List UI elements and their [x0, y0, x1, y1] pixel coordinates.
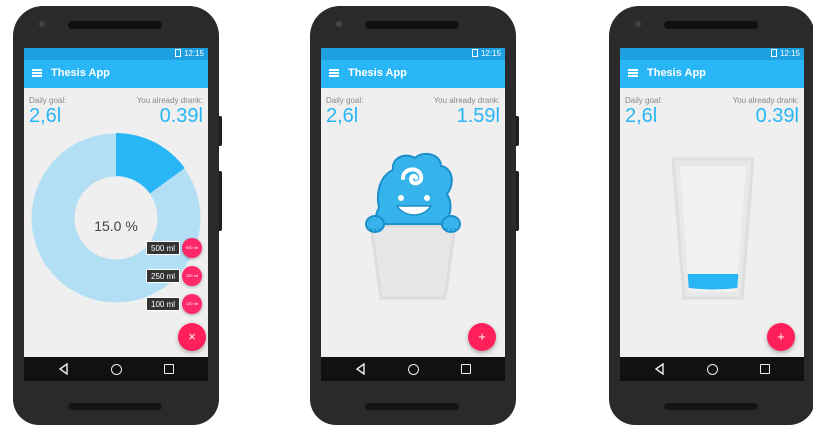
- add-drink-fab-button[interactable]: +: [468, 323, 496, 351]
- screen: 12:15 Thesis App Daily goal: 2,6l You al…: [24, 48, 208, 381]
- daily-goal-value: 2,6l: [625, 105, 658, 127]
- speaker-bottom: [365, 403, 459, 410]
- app-bar: Thesis App: [24, 60, 208, 88]
- power-button: [516, 171, 519, 231]
- app-bar: Thesis App: [620, 60, 804, 88]
- back-icon[interactable]: [58, 363, 70, 375]
- mascot-in-cup-illustration: [365, 152, 461, 300]
- speaker-top: [68, 21, 162, 29]
- status-time: 12:15: [183, 49, 204, 58]
- recent-apps-icon[interactable]: [461, 364, 471, 374]
- menu-icon[interactable]: [32, 69, 42, 77]
- status-bar: 12:15: [321, 48, 505, 60]
- screen: 12:15 Thesis App Daily goal: 2,6l You al…: [620, 48, 804, 381]
- home-icon[interactable]: [707, 364, 718, 375]
- status-time: 12:15: [480, 49, 501, 58]
- quick-add-label-250: 250 ml: [146, 269, 181, 283]
- nav-bar: [24, 357, 208, 381]
- already-drank-label: You already drank:: [433, 96, 500, 105]
- speaker-top: [664, 21, 758, 29]
- daily-goal-label: Daily goal:: [29, 96, 67, 105]
- quick-add-label-500: 500 ml: [146, 241, 181, 255]
- already-drank-value: 1.59l: [456, 105, 500, 127]
- daily-goal-value: 2,6l: [29, 105, 62, 127]
- water-level: [687, 274, 739, 290]
- screen: 12:15 Thesis App Daily goal: 2,6l You al…: [321, 48, 505, 381]
- camera: [39, 21, 45, 27]
- volume-button: [219, 116, 222, 146]
- menu-icon[interactable]: [329, 69, 339, 77]
- add-500ml-button[interactable]: 500 ml: [182, 238, 202, 258]
- home-icon[interactable]: [111, 364, 122, 375]
- speaker-bottom: [664, 403, 758, 410]
- already-drank-label: You already drank:: [732, 96, 799, 105]
- recent-apps-icon[interactable]: [760, 364, 770, 374]
- speaker-top: [365, 21, 459, 29]
- back-icon[interactable]: [355, 363, 367, 375]
- progress-percent: 15.0 %: [94, 218, 138, 234]
- battery-icon: [174, 49, 181, 57]
- close-fab-button[interactable]: ×: [178, 323, 206, 351]
- app-title: Thesis App: [348, 67, 407, 79]
- speaker-bottom: [68, 403, 162, 410]
- app-title: Thesis App: [647, 67, 706, 79]
- daily-goal-label: Daily goal:: [625, 96, 663, 105]
- status-bar: 12:15: [24, 48, 208, 60]
- status-bar: 12:15: [620, 48, 804, 60]
- already-drank-value: 0.39l: [755, 105, 799, 127]
- phone-1: 12:15 Thesis App Daily goal: 2,6l You al…: [13, 6, 222, 425]
- camera: [336, 21, 342, 27]
- status-time: 12:15: [779, 49, 800, 58]
- camera: [635, 21, 641, 27]
- add-250ml-button[interactable]: 250 ml: [182, 266, 202, 286]
- battery-icon: [770, 49, 777, 57]
- nav-bar: [321, 357, 505, 381]
- power-button: [219, 171, 222, 231]
- add-drink-fab-button[interactable]: +: [767, 323, 795, 351]
- water-glass-illustration: [671, 157, 755, 300]
- volume-button: [516, 116, 519, 146]
- phone-3: 12:15 Thesis App Daily goal: 2,6l You al…: [609, 6, 813, 425]
- phone-2: 12:15 Thesis App Daily goal: 2,6l You al…: [310, 6, 519, 425]
- already-drank-value: 0.39l: [159, 105, 203, 127]
- add-100ml-button[interactable]: 100 ml: [182, 294, 202, 314]
- battery-icon: [471, 49, 478, 57]
- nav-bar: [620, 357, 804, 381]
- menu-icon[interactable]: [628, 69, 638, 77]
- daily-goal-value: 2,6l: [326, 105, 359, 127]
- back-icon[interactable]: [654, 363, 666, 375]
- app-bar: Thesis App: [321, 60, 505, 88]
- already-drank-label: You already drank:: [136, 96, 203, 105]
- daily-goal-label: Daily goal:: [326, 96, 364, 105]
- app-title: Thesis App: [51, 67, 110, 79]
- quick-add-label-100: 100 ml: [146, 297, 181, 311]
- recent-apps-icon[interactable]: [164, 364, 174, 374]
- home-icon[interactable]: [408, 364, 419, 375]
